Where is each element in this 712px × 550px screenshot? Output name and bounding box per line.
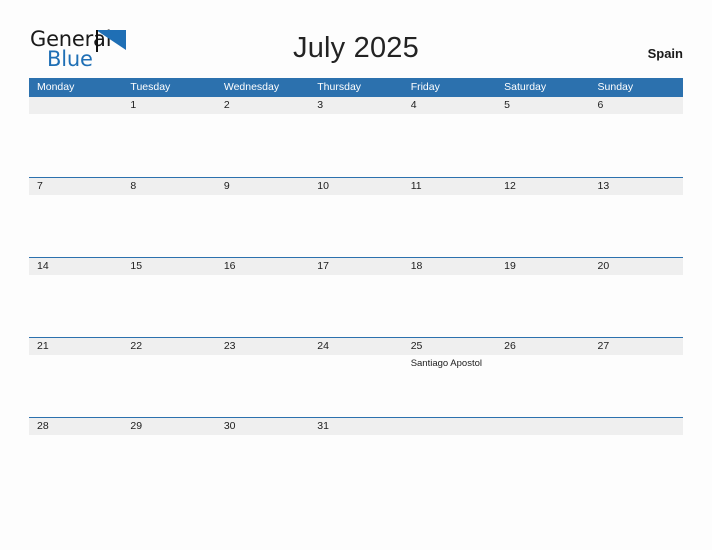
week-row: 21 22 23 24 25 26 27 Santiago Apostol [29,337,683,417]
day-cell-number[interactable]: 29 [122,418,215,435]
week-row: 7 8 9 10 11 12 13 [29,177,683,257]
day-cell-events[interactable] [122,114,215,177]
day-cell-events[interactable] [122,355,215,417]
day-cell-number[interactable]: 11 [403,178,496,195]
dow-thursday: Thursday [317,81,362,93]
dow-wednesday: Wednesday [223,81,280,93]
day-cell-number[interactable]: 14 [29,258,122,275]
day-cell-events[interactable] [29,275,122,337]
day-cell-events[interactable] [590,355,683,417]
day-cell-number[interactable]: 16 [216,258,309,275]
day-cell-events[interactable] [309,435,402,497]
day-cell-number[interactable]: 8 [122,178,215,195]
day-cell-events[interactable] [122,275,215,337]
day-cell-number[interactable]: 24 [309,338,402,355]
dow-saturday: Saturday [504,81,547,93]
week-row: 14 15 16 17 18 19 20 [29,257,683,337]
day-cell-events[interactable] [309,275,402,337]
day-cell-events[interactable] [590,114,683,177]
day-cell-events[interactable] [403,275,496,337]
day-cell-events[interactable] [216,275,309,337]
day-cell-number[interactable]: 2 [216,97,309,114]
day-cell-number[interactable]: 12 [496,178,589,195]
week-date-band: 1 2 3 4 5 6 [29,96,683,114]
day-cell-events[interactable] [29,114,122,177]
day-cell-number[interactable]: 9 [216,178,309,195]
day-cell-events[interactable] [122,435,215,497]
week-date-band: 21 22 23 24 25 26 27 [29,337,683,355]
day-cell-events[interactable] [309,355,402,417]
week-event-body [29,275,683,337]
day-cell-events[interactable] [29,355,122,417]
day-cell-number[interactable]: 27 [590,338,683,355]
dow-monday: Monday [37,81,75,93]
calendar-page: General Blue July 2025 Spain Monday Tues… [0,0,712,550]
dow-sunday: Sunday [597,81,634,93]
day-cell-number[interactable]: 10 [309,178,402,195]
calendar-grid: Monday Tuesday Wednesday Thursday Friday… [29,78,683,497]
day-cell-number[interactable]: 22 [122,338,215,355]
day-cell-events[interactable] [216,114,309,177]
day-cell-events[interactable] [590,275,683,337]
day-of-week-header-row: Monday Tuesday Wednesday Thursday Friday… [29,78,683,96]
day-cell-events[interactable] [496,435,589,497]
week-event-body [29,195,683,257]
day-cell-number[interactable]: 23 [216,338,309,355]
day-cell-number[interactable]: 31 [309,418,402,435]
day-cell-number[interactable]: 7 [29,178,122,195]
day-cell-number[interactable]: 3 [309,97,402,114]
day-cell-number[interactable]: 19 [496,258,589,275]
day-cell-events[interactable] [29,435,122,497]
day-cell-events[interactable] [216,195,309,257]
day-cell-events[interactable] [590,435,683,497]
day-cell-events[interactable] [403,435,496,497]
week-event-body [29,114,683,177]
day-cell-number[interactable]: 18 [403,258,496,275]
week-event-body [29,435,683,497]
day-cell-number[interactable] [496,418,589,435]
day-cell-events[interactable] [496,114,589,177]
day-cell-number[interactable]: 21 [29,338,122,355]
week-date-band: 28 29 30 31 [29,417,683,435]
day-cell-events[interactable] [403,195,496,257]
day-cell-events[interactable] [496,275,589,337]
day-cell-number[interactable] [590,418,683,435]
day-cell-number[interactable]: 1 [122,97,215,114]
day-cell-events[interactable] [29,195,122,257]
day-cell-number[interactable]: 20 [590,258,683,275]
day-cell-number[interactable] [403,418,496,435]
page-title: July 2025 [293,32,419,64]
day-cell-number[interactable]: 5 [496,97,589,114]
week-row: 28 29 30 31 [29,417,683,497]
page-header: General Blue July 2025 Spain [0,0,712,78]
day-cell-number[interactable] [29,97,122,114]
week-row: 1 2 3 4 5 6 [29,96,683,177]
day-cell-number[interactable]: 28 [29,418,122,435]
day-cell-events[interactable] [309,114,402,177]
week-event-body: Santiago Apostol [29,355,683,417]
day-cell-events[interactable] [403,114,496,177]
day-cell-events[interactable] [216,355,309,417]
day-cell-events[interactable] [122,195,215,257]
dow-tuesday: Tuesday [130,81,171,93]
day-cell-number[interactable]: 13 [590,178,683,195]
day-cell-number[interactable]: 17 [309,258,402,275]
day-cell-events[interactable] [216,435,309,497]
day-cell-events[interactable] [496,355,589,417]
day-cell-number[interactable]: 26 [496,338,589,355]
event-label: Santiago Apostol [410,358,482,369]
day-cell-number[interactable]: 4 [403,97,496,114]
country-label: Spain [647,46,683,61]
day-cell-events[interactable] [309,195,402,257]
day-cell-number[interactable]: 25 [403,338,496,355]
dow-friday: Friday [410,81,440,93]
day-cell-events[interactable] [590,195,683,257]
week-date-band: 14 15 16 17 18 19 20 [29,257,683,275]
day-cell-events[interactable]: Santiago Apostol [403,355,496,417]
day-cell-events[interactable] [496,195,589,257]
day-cell-number[interactable]: 6 [590,97,683,114]
week-date-band: 7 8 9 10 11 12 13 [29,177,683,195]
day-cell-number[interactable]: 15 [122,258,215,275]
day-cell-number[interactable]: 30 [216,418,309,435]
